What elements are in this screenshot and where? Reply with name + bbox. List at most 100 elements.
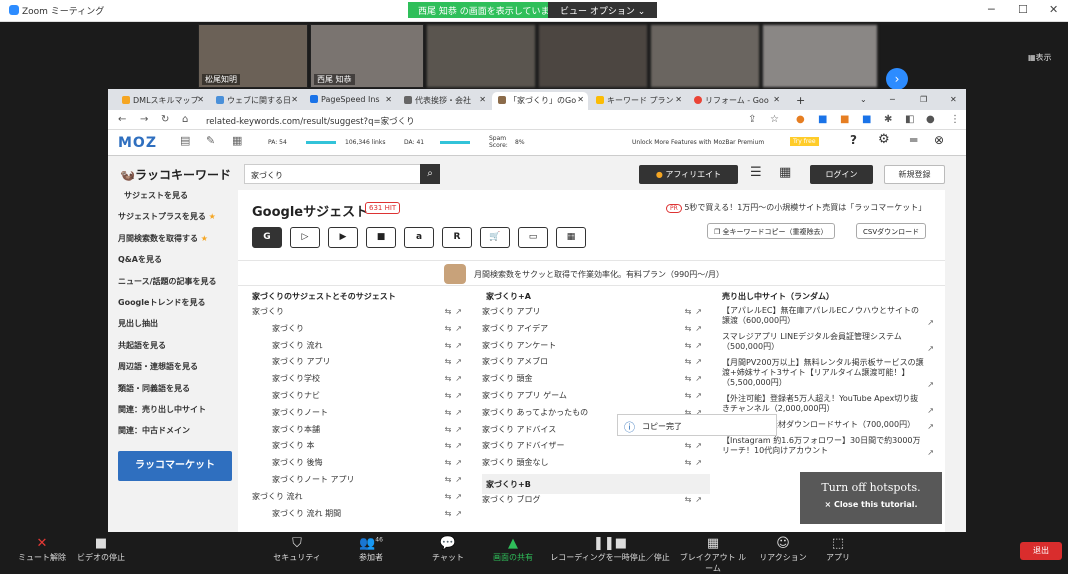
puzzle-icon[interactable]: ✱: [884, 114, 892, 125]
external-link-icon[interactable]: ↗: [927, 318, 934, 328]
row-action-icons[interactable]: ⇆↗: [445, 374, 466, 383]
moz-menu-icon[interactable]: ═: [910, 133, 917, 147]
browser-tab[interactable]: DMLスキルマップ ✕: [116, 92, 208, 110]
participants-button[interactable]: 👥46 参加者: [350, 536, 392, 563]
keyword-row[interactable]: 家づくりノート アプリ ⇆↗: [252, 474, 470, 491]
browser-tab[interactable]: ウェブに関する日 ✕: [210, 92, 302, 110]
participant-tile[interactable]: [762, 24, 878, 88]
browser-tab-active[interactable]: 「家づくり」のGo ✕: [492, 92, 588, 110]
extension-icon[interactable]: ■: [862, 114, 871, 125]
external-link-icon[interactable]: ↗: [927, 344, 934, 354]
engine-amazon-button[interactable]: a: [404, 227, 434, 248]
moz-analyze-icon[interactable]: ▦: [232, 134, 242, 147]
row-action-icons[interactable]: ⇆↗: [445, 357, 466, 366]
participant-tile[interactable]: [538, 24, 648, 88]
site-logo[interactable]: 🦦ラッコキーワード: [120, 166, 231, 183]
tab-search-icon[interactable]: ⌄: [854, 92, 868, 110]
row-action-icons[interactable]: ⇆↗: [445, 475, 466, 484]
participant-tile[interactable]: 西尾 知恭: [310, 24, 424, 88]
keyword-row[interactable]: 家づくり 頭金なし ⇆↗: [482, 457, 710, 474]
row-action-icons[interactable]: ⇆↗: [445, 341, 466, 350]
row-action-icons[interactable]: ⇆↗: [445, 509, 466, 518]
keyword-row[interactable]: 家づくり アプリ ゲーム ⇆↗: [482, 390, 710, 407]
row-action-icons[interactable]: ⇆↗: [685, 374, 706, 383]
display-toggle[interactable]: ▦表示: [1028, 52, 1052, 63]
home-icon[interactable]: ⌂: [182, 114, 188, 125]
sidebar-item[interactable]: 見出し抽出: [118, 318, 236, 339]
affiliate-button[interactable]: ● アフィリエイト: [639, 165, 738, 184]
site-for-sale-item[interactable]: 【月間PV200万以上】無料レンタル掲示板サービスの譲渡+姉妹サイト3サイト【リ…: [722, 358, 936, 390]
keyword-row[interactable]: 家づくり ⇆↗: [252, 306, 470, 323]
engine-apps-button[interactable]: ▦: [556, 227, 586, 248]
row-action-icons[interactable]: ⇆↗: [685, 341, 706, 350]
external-link-icon[interactable]: ↗: [927, 448, 934, 458]
stop-video-button[interactable]: ■ ビデオの停止: [76, 536, 126, 563]
keyword-row[interactable]: 家づくり アンケート ⇆↗: [482, 340, 710, 357]
tab-close-icon[interactable]: ✕: [773, 95, 780, 104]
minimize-icon[interactable]: ─: [988, 3, 995, 16]
external-link-icon[interactable]: ↗: [927, 422, 934, 432]
row-action-icons[interactable]: ⇆↗: [445, 408, 466, 417]
engine-video-button[interactable]: ■: [366, 227, 396, 248]
moz-pencil-icon[interactable]: ✎: [206, 134, 215, 147]
engine-shopping-button[interactable]: 🛒: [480, 227, 510, 248]
browser-tab[interactable]: リフォーム - Goo ✕: [688, 92, 784, 110]
csv-download-button[interactable]: CSVダウンロード: [856, 223, 927, 239]
tab-close-icon[interactable]: ✕: [675, 95, 682, 104]
keyword-search-input[interactable]: 家づくり: [244, 164, 440, 184]
new-tab-icon[interactable]: +: [790, 91, 806, 109]
turn-off-hotspots-link[interactable]: Turn off hotspots.: [800, 481, 942, 494]
row-action-icons[interactable]: ⇆↗: [445, 492, 466, 501]
sidebar-item[interactable]: Googleトレンドを見る: [118, 297, 236, 318]
keyword-row[interactable]: 家づくり アイデア ⇆↗: [482, 323, 710, 340]
promo-banner[interactable]: 月間検索数をサクッと取得で作業効率化。有料プラン（990円〜/月）: [238, 260, 945, 286]
signup-button[interactable]: 新規登録: [884, 165, 945, 184]
row-action-icons[interactable]: ⇆↗: [685, 441, 706, 450]
external-link-icon[interactable]: ↗: [927, 380, 934, 390]
extension-icon[interactable]: ●: [796, 114, 805, 125]
keyword-row[interactable]: 家づくり アドバイザー ⇆↗: [482, 440, 710, 457]
forward-icon[interactable]: →: [140, 114, 148, 125]
moz-try-free-button[interactable]: Try free: [790, 137, 819, 146]
engine-youtube-button[interactable]: ▶: [328, 227, 358, 248]
sidebar-item[interactable]: 関連：中古ドメイン: [118, 425, 236, 446]
keyword-row[interactable]: 家づくり 後悔 ⇆↗: [252, 457, 470, 474]
next-page-icon[interactable]: ›: [886, 68, 908, 90]
row-action-icons[interactable]: ⇆↗: [445, 441, 466, 450]
keyword-row[interactable]: 家づくり アメブロ ⇆↗: [482, 356, 710, 373]
row-action-icons[interactable]: ⇆↗: [445, 391, 466, 400]
row-action-icons[interactable]: ⇆↗: [685, 357, 706, 366]
copy-all-keywords-button[interactable]: ❐ 全キーワードコピー（重複除去）: [707, 223, 835, 239]
browser-restore-icon[interactable]: ❐: [914, 92, 928, 110]
login-button[interactable]: ログイン: [810, 165, 873, 184]
sidebar-item[interactable]: サジェストプラスを見る ★: [118, 211, 236, 232]
browser-tab[interactable]: PageSpeed Ins ✕: [304, 92, 396, 110]
row-action-icons[interactable]: ⇆↗: [445, 324, 466, 333]
close-tutorial-link[interactable]: × Close this tutorial.: [800, 500, 942, 509]
extension-icon[interactable]: ■: [840, 114, 849, 125]
sidebar-item[interactable]: 類語・同義語を見る: [118, 383, 236, 404]
keyword-row[interactable]: 家づくり 流れ ⇆↗: [252, 491, 470, 508]
sidebar-item[interactable]: 月間検索数を取得する ★: [118, 233, 236, 254]
close-icon[interactable]: ✕: [1049, 3, 1058, 16]
engine-rakuten-button[interactable]: R: [442, 227, 472, 248]
engine-image-button[interactable]: ▭: [518, 227, 548, 248]
participant-tile[interactable]: 松尾知明: [198, 24, 308, 88]
site-for-sale-item[interactable]: スマレジアプリ LINEデジタル会員証管理システム（500,000円） ↗: [722, 332, 936, 354]
reactions-button[interactable]: ☺ リアクション: [758, 536, 808, 563]
participant-tile[interactable]: [650, 24, 760, 88]
pause-recording-button[interactable]: ❚❚■ レコーディングを一時停止／停止: [548, 536, 672, 563]
keyword-row[interactable]: 家づくりナビ ⇆↗: [252, 390, 470, 407]
tab-close-icon[interactable]: ✕: [291, 95, 298, 104]
sidebar-item[interactable]: Q&Aを見る: [118, 254, 236, 275]
sidebar-item[interactable]: 関連：売り出し中サイト: [118, 404, 236, 425]
keyword-row[interactable]: 家づくり アプリ ⇆↗: [482, 306, 710, 323]
row-action-icons[interactable]: ⇆↗: [685, 458, 706, 467]
site-for-sale-item[interactable]: 【アパレルEC】無在庫アパレルECノウハウとサイトの譲渡（600,000円） ↗: [722, 306, 936, 328]
sidebar-item[interactable]: ニュース/話題の記事を見る: [118, 276, 236, 297]
unmute-button[interactable]: ✕ ミュート解除: [12, 536, 72, 563]
sidebar-item[interactable]: 周辺語・連想語を見る: [118, 361, 236, 382]
participant-tile[interactable]: [426, 24, 536, 88]
moz-close-icon[interactable]: ⊗: [934, 133, 944, 147]
browser-close-icon[interactable]: ✕: [944, 92, 958, 110]
